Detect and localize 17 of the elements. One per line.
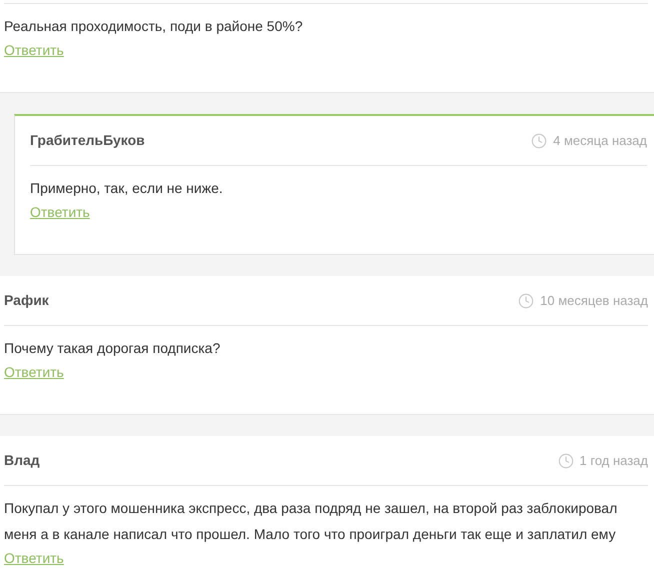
- comment-author: Влад: [4, 451, 40, 470]
- clock-icon: [518, 292, 534, 308]
- comment-text: Почему такая дорогая подписка?: [4, 339, 222, 358]
- comment-text: Примерно, так, если не ниже.: [30, 179, 224, 198]
- reply-link[interactable]: Ответить: [30, 202, 90, 222]
- comment-author: Рафик: [4, 291, 49, 310]
- comment-author: ГрабительБуков: [30, 131, 145, 150]
- reply-link[interactable]: Ответить: [4, 548, 64, 568]
- comment-time: 4 месяца назад: [553, 132, 647, 150]
- comment-time: 1 год назад: [580, 452, 648, 470]
- reply-link[interactable]: Ответить: [4, 362, 64, 382]
- clock-icon: [558, 452, 574, 468]
- comment-text: Реальная проходимость, поди в районе 50%?: [4, 17, 304, 36]
- comment-text: Покупал у этого мошенника экспресс, два раза подряд не зашел, на второй раз заблокировал меня а в канале написал что прошел. Мало того что проиграл деньги так еще и заплатил ему: [4, 499, 618, 544]
- comment-time: 10 месяцев назад: [540, 292, 648, 310]
- clock-icon: [531, 132, 548, 148]
- reply-link[interactable]: Ответить: [4, 40, 64, 60]
